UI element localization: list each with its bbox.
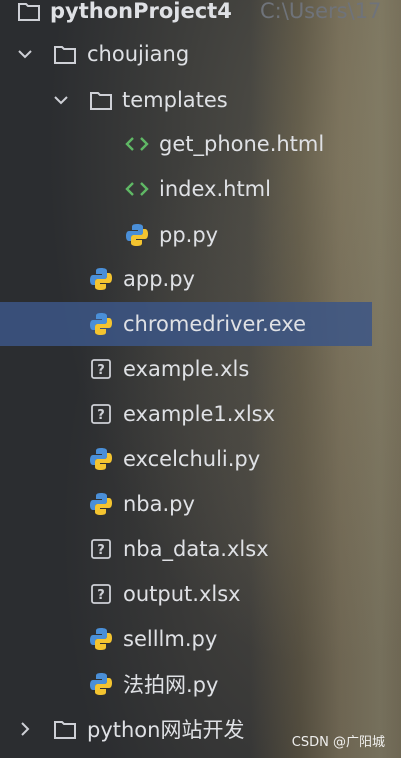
tree-item-templates[interactable]: templates	[0, 78, 372, 122]
watermark: CSDN @广阳城	[291, 735, 385, 750]
unknown-file-icon: ?	[88, 401, 114, 427]
python-file-icon	[88, 311, 114, 337]
tree-item-pp-py[interactable]: pp.py	[0, 213, 372, 257]
tree-item-output-xlsx[interactable]: ? output.xlsx	[0, 572, 372, 616]
unknown-file-icon: ?	[88, 536, 114, 562]
folder-icon	[52, 716, 78, 742]
tree-item-nba-py[interactable]: nba.py	[0, 482, 372, 526]
svg-text:?: ?	[97, 543, 105, 558]
file-label: example.xls	[123, 357, 250, 381]
tree-item-example-xls[interactable]: ? example.xls	[0, 347, 372, 391]
chevron-down-icon[interactable]	[52, 91, 70, 109]
python-file-icon	[124, 222, 150, 248]
file-label: index.html	[159, 177, 271, 201]
python-file-icon	[88, 671, 114, 697]
tree-item-excelchuli-py[interactable]: excelchuli.py	[0, 437, 372, 481]
tree-item-example1-xlsx[interactable]: ? example1.xlsx	[0, 392, 372, 436]
tree-item-get-phone-html[interactable]: get_phone.html	[0, 122, 372, 166]
folder-label: choujiang	[87, 42, 190, 66]
tree-item-nba-data-xlsx[interactable]: ? nba_data.xlsx	[0, 527, 372, 571]
project-path: C:\Users\17	[260, 0, 382, 23]
svg-text:?: ?	[97, 408, 105, 423]
html-file-icon	[124, 176, 150, 202]
file-label: nba_data.xlsx	[123, 537, 269, 561]
file-label: get_phone.html	[159, 132, 325, 156]
tree-item-selllm-py[interactable]: selllm.py	[0, 617, 372, 661]
svg-text:?: ?	[97, 363, 105, 378]
file-label: 法拍网.py	[123, 673, 219, 697]
chevron-down-icon[interactable]	[16, 45, 34, 63]
file-label: output.xlsx	[123, 582, 241, 606]
python-file-icon	[88, 266, 114, 292]
file-label: example1.xlsx	[123, 402, 276, 426]
python-file-icon	[88, 626, 114, 652]
python-file-icon	[88, 491, 114, 517]
html-file-icon	[124, 131, 150, 157]
tree-item-app-py[interactable]: app.py	[0, 257, 372, 301]
folder-label: templates	[122, 88, 228, 112]
chevron-right-icon[interactable]	[16, 720, 34, 738]
project-name: pythonProject4	[50, 0, 232, 23]
python-file-icon	[88, 446, 114, 472]
file-label: excelchuli.py	[123, 447, 261, 471]
file-label: selllm.py	[123, 627, 218, 651]
tree-item-fapaiwang-py[interactable]: 法拍网.py	[0, 662, 372, 706]
folder-icon	[52, 41, 78, 67]
folder-icon	[16, 0, 42, 24]
unknown-file-icon: ?	[88, 581, 114, 607]
tree-item-index-html[interactable]: index.html	[0, 167, 372, 211]
folder-icon	[88, 87, 114, 113]
tree-item-choujiang[interactable]: choujiang	[0, 32, 372, 76]
project-tree: pythonProject4 C:\Users\17 choujiang tem…	[0, 0, 401, 758]
file-label: app.py	[123, 267, 195, 291]
file-label: pp.py	[159, 223, 219, 247]
file-label: nba.py	[123, 492, 195, 516]
svg-text:?: ?	[97, 588, 105, 603]
unknown-file-icon: ?	[88, 356, 114, 382]
tree-item-chromedriver-exe[interactable]: chromedriver.exe	[0, 302, 372, 346]
tree-item-project-root[interactable]: pythonProject4 C:\Users\17	[0, 0, 381, 33]
file-label: chromedriver.exe	[123, 312, 307, 336]
folder-label: python网站开发	[87, 718, 245, 742]
